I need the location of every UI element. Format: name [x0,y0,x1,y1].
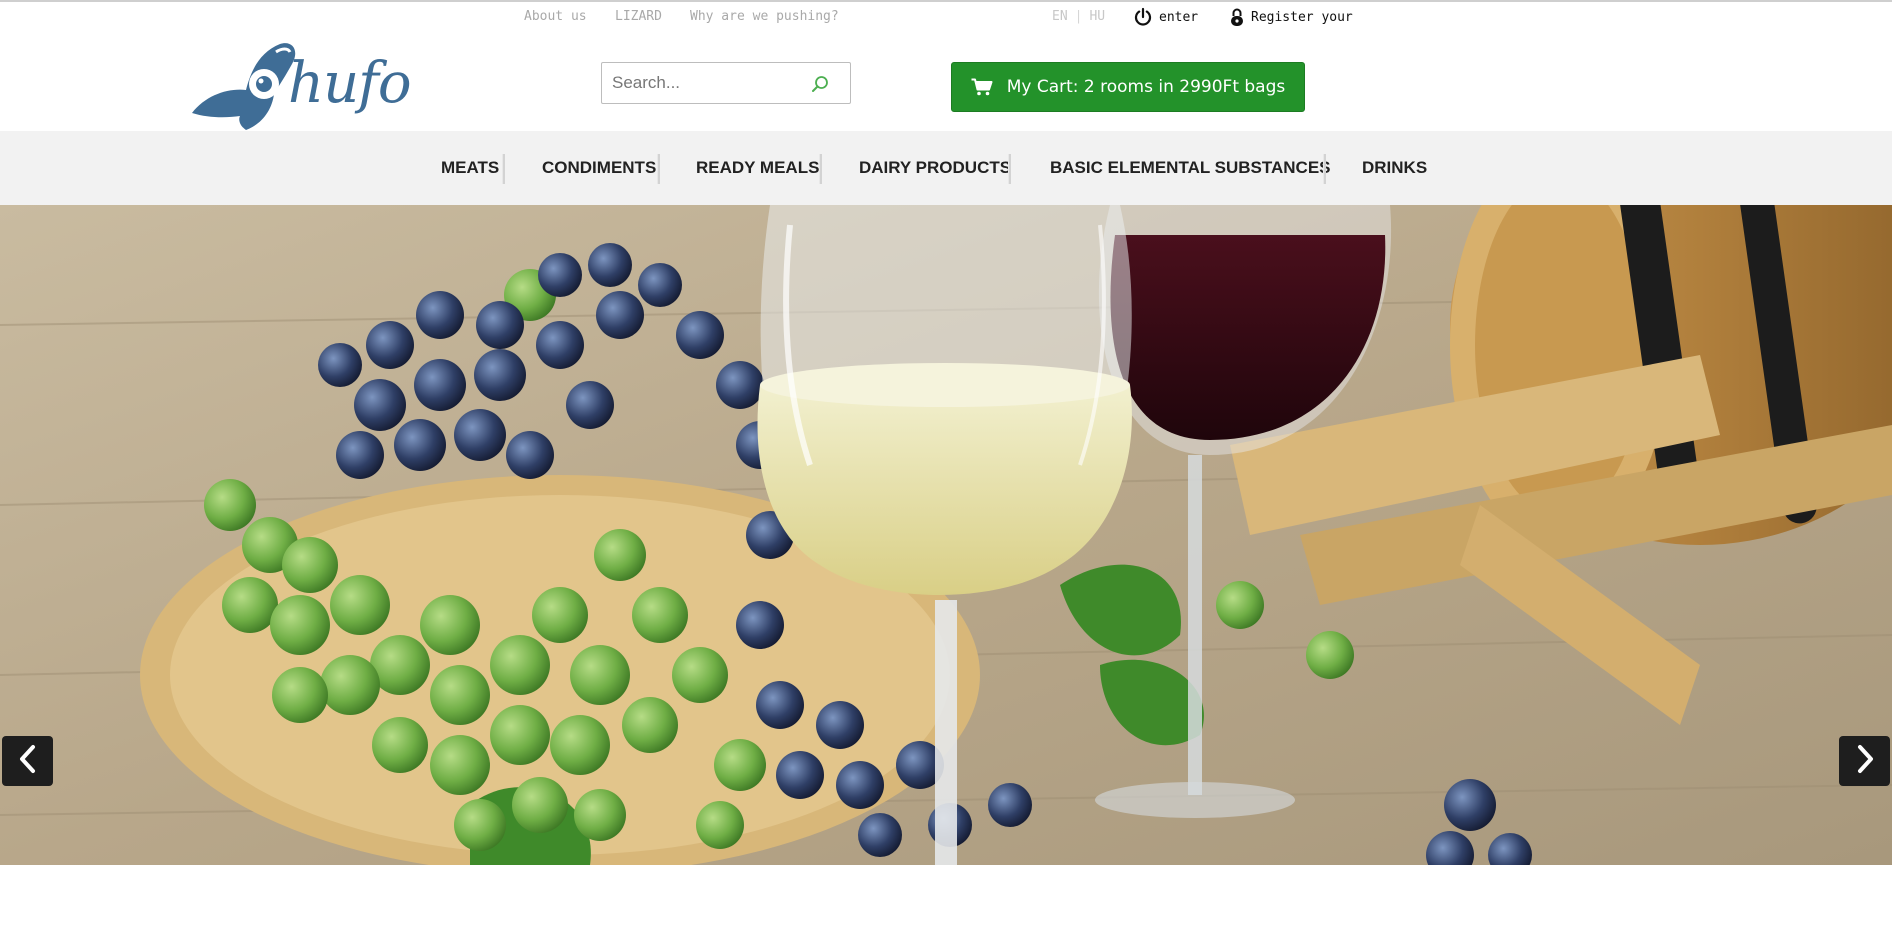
cart-icon [971,78,993,96]
why-pushing-link[interactable]: Why are we pushing? [690,9,839,24]
hufo-logo[interactable]: hufo [188,40,412,132]
nav-item-condiments[interactable]: CONDIMENTS [542,131,656,205]
hero-image [0,205,1892,865]
language-hu[interactable]: HU [1089,9,1105,24]
nav-separator [657,154,660,184]
enter-link[interactable]: enter [1133,7,1198,27]
language-switcher: EN | HU [1052,9,1105,24]
chevron-right-icon [1854,744,1876,779]
logo-text: hufo [288,51,412,116]
search-input[interactable] [612,63,802,103]
nav-separator [819,154,822,184]
lock-icon [1229,7,1245,27]
nav-separator [502,154,505,184]
nav-item-drinks[interactable]: DRINKS [1362,131,1427,205]
nav-item-dairy-products[interactable]: DAIRY PRODUCTS [859,131,1011,205]
nav-separator [1008,154,1011,184]
register-label: Register your [1251,9,1353,25]
enter-label: enter [1159,9,1199,25]
about-us-link[interactable]: About us [524,9,587,24]
top-border [0,0,1892,2]
hero-slider [0,205,1892,865]
slider-next-button[interactable] [1839,736,1890,786]
category-nav: MEATS CONDIMENTS READY MEALS DAIRY PRODU… [0,131,1892,205]
language-en[interactable]: EN [1052,9,1068,24]
nav-item-basic-elemental-substances[interactable]: BASIC ELEMENTAL SUBSTANCES [1050,131,1331,205]
slider-prev-button[interactable] [2,736,53,786]
nav-item-meats[interactable]: MEATS [441,131,499,205]
power-icon [1133,7,1153,27]
lizard-link[interactable]: LIZARD [615,9,662,24]
register-link[interactable]: Register your [1229,7,1353,27]
nav-separator [1323,154,1326,184]
rocket-bird-icon [192,43,296,130]
language-separator: | [1074,9,1083,24]
search-icon[interactable] [810,74,830,94]
cart-button[interactable]: My Cart: 2 rooms in 2990Ft bags [951,62,1305,112]
cart-label: My Cart: 2 rooms in 2990Ft bags [1006,77,1286,97]
chevron-left-icon [17,744,39,779]
nav-item-ready-meals[interactable]: READY MEALS [696,131,819,205]
search-box [601,62,851,104]
